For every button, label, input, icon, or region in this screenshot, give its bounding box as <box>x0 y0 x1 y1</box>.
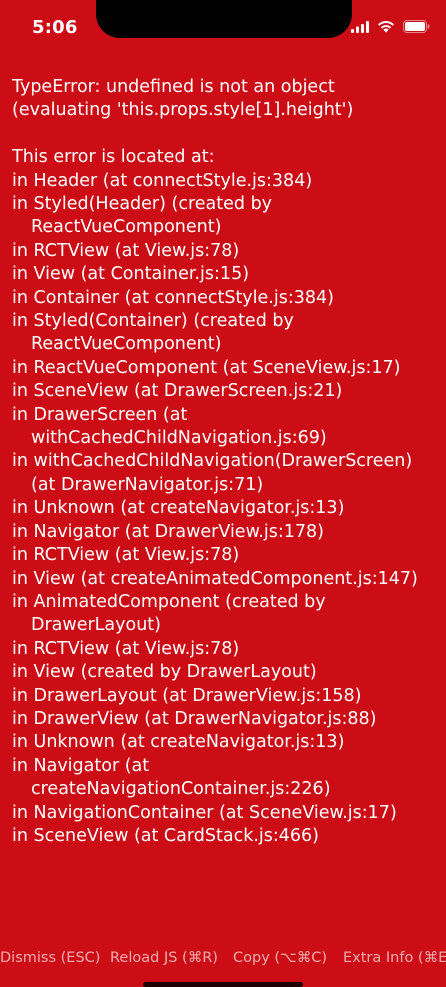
battery-icon <box>403 20 430 33</box>
stack-frame: in DrawerScreen (at withCachedChildNavig… <box>12 404 327 449</box>
signal-icon <box>351 20 369 33</box>
stack-frame: in Navigator (at DrawerView.js:178) <box>12 521 324 542</box>
error-message-line-1: TypeError: undefined is not an object <box>12 77 335 97</box>
error-location-header: This error is located at: <box>12 147 215 168</box>
stack-frame: in Unknown (at createNavigator.js:13) <box>12 732 345 753</box>
stack-frame: in SceneView (at DrawerScreen.js:21) <box>12 381 343 402</box>
error-message-line-2: (evaluating 'this.props.style[1].height'… <box>12 100 354 121</box>
stack-frame: in DrawerLayout (at DrawerView.js:158) <box>12 685 362 706</box>
status-time: 5:06 <box>32 17 78 38</box>
stack-frame: in View (at createAnimatedComponent.js:1… <box>12 568 418 589</box>
stack-frame: in Navigator (at createNavigationContain… <box>12 755 331 800</box>
status-icons <box>351 20 430 33</box>
stack-frame: in Header (at connectStyle.js:384) <box>12 170 313 191</box>
stack-frame: in RCTView (at View.js:78) <box>12 638 240 659</box>
stack-frame: in Unknown (at createNavigator.js:13) <box>12 498 345 519</box>
stack-frame: in withCachedChildNavigation(DrawerScree… <box>12 451 413 495</box>
stack-frame: in AnimatedComponent (created by DrawerL… <box>12 591 326 636</box>
component-stack: in Header (at connectStyle.js:384) in Sty… <box>12 170 438 849</box>
stack-frame: in View (created by DrawerLayout) <box>12 662 317 683</box>
extra-info-button[interactable]: Extra Info (⌘E) <box>343 950 446 966</box>
stack-frame: in RCTView (at View.js:78) <box>12 240 240 261</box>
stack-frame: in Container (at connectStyle.js:384) <box>12 287 334 308</box>
stack-frame: in NavigationContainer (at SceneView.js:… <box>12 802 397 823</box>
error-message: TypeError: undefined is not an object (e… <box>12 76 438 123</box>
stack-frame: in Styled(Container) (created by ReactVu… <box>12 311 294 355</box>
stack-frame: in Styled(Header) (created by ReactVueCo… <box>12 194 273 238</box>
device-notch <box>96 0 352 38</box>
stack-frame: in SceneView (at CardStack.js:466) <box>12 825 319 846</box>
stack-frame: in DrawerView (at DrawerNavigator.js:88) <box>12 708 377 729</box>
redbox-error-content: TypeError: undefined is not an object (e… <box>12 76 438 848</box>
stack-frame: in ReactVueComponent (at SceneView.js:17… <box>12 357 401 378</box>
stack-frame: in View (at Container.js:15) <box>12 264 250 285</box>
dismiss-button[interactable]: Dismiss (ESC) <box>0 950 100 966</box>
home-indicator <box>143 982 303 987</box>
status-bar: 5:06 <box>0 0 446 60</box>
copy-button[interactable]: Copy (⌥⌘C) <box>233 950 327 966</box>
wifi-icon <box>378 21 394 33</box>
reload-js-button[interactable]: Reload JS (⌘R) <box>110 950 218 966</box>
stack-frame: in RCTView (at View.js:78) <box>12 545 240 566</box>
